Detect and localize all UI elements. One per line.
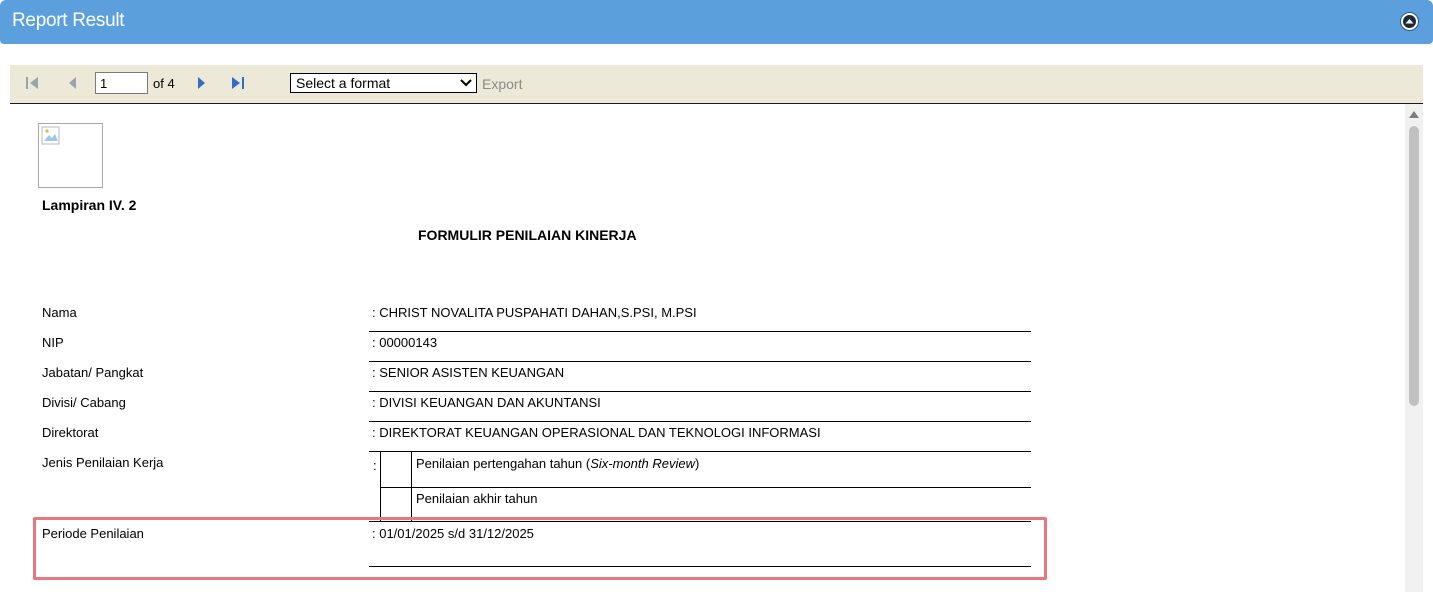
scroll-up-icon[interactable] xyxy=(1408,109,1420,119)
checkbox-border xyxy=(411,451,412,521)
field-label-jabatan: Jabatan/ Pangkat xyxy=(42,365,144,380)
field-label-nip: NIP xyxy=(42,335,64,350)
last-page-icon[interactable] xyxy=(229,74,247,92)
export-format-select[interactable]: Select a format xyxy=(290,73,477,93)
chevron-down-icon xyxy=(460,79,472,87)
field-value-nip: : 00000143 xyxy=(372,335,438,350)
divider xyxy=(380,487,1031,488)
page-number-input[interactable] xyxy=(95,72,148,94)
logo-image-placeholder xyxy=(38,123,103,188)
report-toolbar: of 4 Select a format Export xyxy=(10,65,1423,104)
attachment-label: Lampiran IV. 2 xyxy=(42,197,137,213)
divider xyxy=(369,451,1031,452)
next-page-icon[interactable] xyxy=(192,74,210,92)
collapse-up-icon[interactable] xyxy=(1400,12,1419,31)
field-value-jabatan: : SENIOR ASISTEN KEUANGAN xyxy=(372,365,565,380)
jenis-colon: : xyxy=(373,458,377,473)
document-title: FORMULIR PENILAIAN KINERJA xyxy=(418,227,637,243)
divider xyxy=(369,331,1031,332)
field-label-direktorat: Direktorat xyxy=(42,425,99,440)
field-label-divisi: Divisi/ Cabang xyxy=(42,395,126,410)
first-page-icon[interactable] xyxy=(24,74,42,92)
page-count-label: of 4 xyxy=(153,76,175,91)
export-link[interactable]: Export xyxy=(482,76,522,92)
format-select-value: Select a format xyxy=(296,75,391,91)
report-result-header: Report Result xyxy=(0,0,1433,44)
field-value-nama: : CHRIST NOVALITA PUSPAHATI DAHAN,S.PSI,… xyxy=(372,305,697,320)
divider xyxy=(369,421,1031,422)
highlight-box xyxy=(33,517,1047,580)
field-label-jenis: Jenis Penilaian Kerja xyxy=(42,455,164,470)
option-mid-year: Penilaian pertengahan tahun (Six-month R… xyxy=(416,456,700,471)
checkbox-mid-year[interactable] xyxy=(381,452,411,487)
option-end-year: Penilaian akhir tahun xyxy=(416,491,538,506)
field-value-divisi: : DIVISI KEUANGAN DAN AKUNTANSI xyxy=(372,395,601,410)
previous-page-icon[interactable] xyxy=(64,74,82,92)
divider xyxy=(369,391,1031,392)
divider xyxy=(369,361,1031,362)
broken-image-icon xyxy=(41,126,60,145)
field-value-direktorat: : DIREKTORAT KEUANGAN OPERASIONAL DAN TE… xyxy=(372,425,821,440)
field-label-nama: Nama xyxy=(42,305,77,320)
scrollbar-thumb[interactable] xyxy=(1409,126,1419,406)
header-title: Report Result xyxy=(12,10,125,31)
